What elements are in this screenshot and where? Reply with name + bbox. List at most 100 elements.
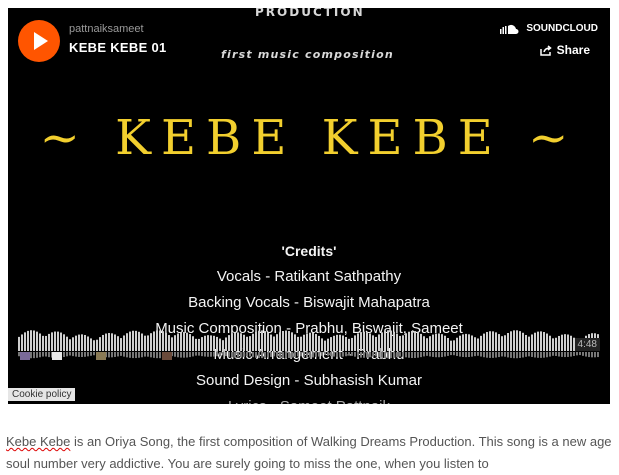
waveform-reflection <box>387 352 389 359</box>
waveform-reflection <box>138 352 140 358</box>
waveform-bar <box>474 337 476 351</box>
waveform-bar <box>276 334 278 351</box>
share-button[interactable]: Share <box>539 43 590 57</box>
waveform-bar <box>327 338 329 351</box>
comment-avatar[interactable] <box>162 352 172 360</box>
waveform-bar <box>381 332 383 351</box>
waveform-bar <box>48 333 50 351</box>
waveform-bar <box>564 334 566 351</box>
waveform-bar <box>459 335 461 351</box>
waveform-reflection <box>576 352 578 356</box>
waveform-reflection <box>246 352 248 357</box>
waveform-bar <box>60 332 62 351</box>
waveform-reflection <box>330 352 332 357</box>
waveform-reflection <box>279 352 281 358</box>
play-button[interactable] <box>18 20 60 62</box>
waveform-bar <box>336 334 338 351</box>
waveform-reflection <box>66 352 68 357</box>
credit-line: Lyrics - Sameet Pattnaik <box>8 394 610 404</box>
credit-line: Vocals - Ratikant Sathpathy <box>216 268 402 285</box>
track-title[interactable]: KEBE KEBE 01 <box>69 40 167 55</box>
waveform-bar <box>543 332 545 351</box>
waveform-bar <box>210 335 212 351</box>
waveform-reflection <box>546 352 548 358</box>
waveform-reflection <box>243 352 245 357</box>
waveform-reflection <box>156 352 158 359</box>
waveform-bar <box>387 330 389 351</box>
waveform-reflection <box>267 352 269 358</box>
comment-avatar[interactable] <box>52 352 62 360</box>
waveform-reflection <box>372 352 374 357</box>
waveform-bar <box>444 335 446 351</box>
waveform-bar <box>426 338 428 351</box>
waveform-reflection <box>234 352 236 358</box>
waveform-bar <box>345 336 347 351</box>
waveform-reflection <box>315 352 317 358</box>
cookie-policy-link[interactable]: Cookie policy <box>8 388 76 401</box>
waveform-bar <box>372 335 374 351</box>
waveform-bar <box>324 340 326 351</box>
uploader-username[interactable]: pattnaiksameet <box>69 23 144 35</box>
waveform-bar <box>528 336 530 351</box>
waveform-reflection <box>150 352 152 358</box>
waveform-reflection <box>240 352 242 358</box>
waveform-bar <box>285 330 287 351</box>
waveform-reflection <box>561 352 563 357</box>
waveform-reflection <box>543 352 545 358</box>
waveform-bar <box>414 331 416 351</box>
waveform-bar <box>159 330 161 351</box>
waveform-bar <box>330 337 332 351</box>
waveform-reflection <box>276 352 278 358</box>
waveform-bar <box>309 332 311 351</box>
comment-avatar[interactable] <box>96 352 106 360</box>
waveform-reflection <box>582 352 584 356</box>
waveform-bar <box>234 332 236 351</box>
waveform-reflection <box>333 352 335 357</box>
waveform-bar <box>249 336 251 351</box>
waveform-bar <box>219 338 221 351</box>
waveform-bar <box>348 338 350 351</box>
soundcloud-logo[interactable]: SOUNDCLOUD <box>500 23 598 34</box>
waveform-bar <box>357 333 359 351</box>
waveform-reflection <box>519 352 521 358</box>
waveform-bar <box>171 337 173 351</box>
waveform-reflection <box>93 352 95 356</box>
waveform-reflection <box>516 352 518 359</box>
waveform-reflection <box>228 352 230 357</box>
waveform-bar <box>429 336 431 351</box>
waveform-reflection <box>87 352 89 357</box>
waveform-reflection <box>210 352 212 357</box>
waveform-bar <box>168 335 170 351</box>
soundcloud-player[interactable]: PRODUCTION first music composition pattn… <box>8 8 610 404</box>
waveform-bar <box>198 338 200 351</box>
waveform-bar <box>27 330 29 351</box>
waveform-bar <box>288 331 290 351</box>
waveform-reflection <box>441 352 443 358</box>
waveform-reflection <box>396 352 398 358</box>
waveform-bar <box>177 333 179 351</box>
credits-block: 'Credits' Vocals - Ratikant Sathpathy Ba… <box>8 238 610 404</box>
waveform-bar <box>486 331 488 351</box>
waveform-reflection <box>444 352 446 357</box>
waveform-bar <box>363 331 365 351</box>
waveform-reflection <box>465 352 467 358</box>
waveform-bar <box>279 332 281 351</box>
artwork-subtitle: first music composition <box>221 48 394 61</box>
waveform-bar <box>294 334 296 351</box>
waveform-reflection <box>45 352 47 357</box>
waveform-bar <box>495 332 497 351</box>
waveform-reflection <box>408 352 410 358</box>
waveform-bar <box>156 330 158 351</box>
waveform-bar <box>201 337 203 351</box>
waveform-reflection <box>357 352 359 358</box>
waveform-reflection <box>306 352 308 358</box>
waveform-bar <box>384 330 386 351</box>
comment-avatar[interactable] <box>20 352 30 360</box>
waveform-reflection <box>231 352 233 358</box>
waveform-bar <box>147 335 149 351</box>
waveform-bar <box>57 331 59 351</box>
waveform-bar <box>531 334 533 351</box>
waveform-reflection <box>288 352 290 358</box>
waveform-bar <box>483 333 485 351</box>
waveform-bar <box>525 334 527 351</box>
